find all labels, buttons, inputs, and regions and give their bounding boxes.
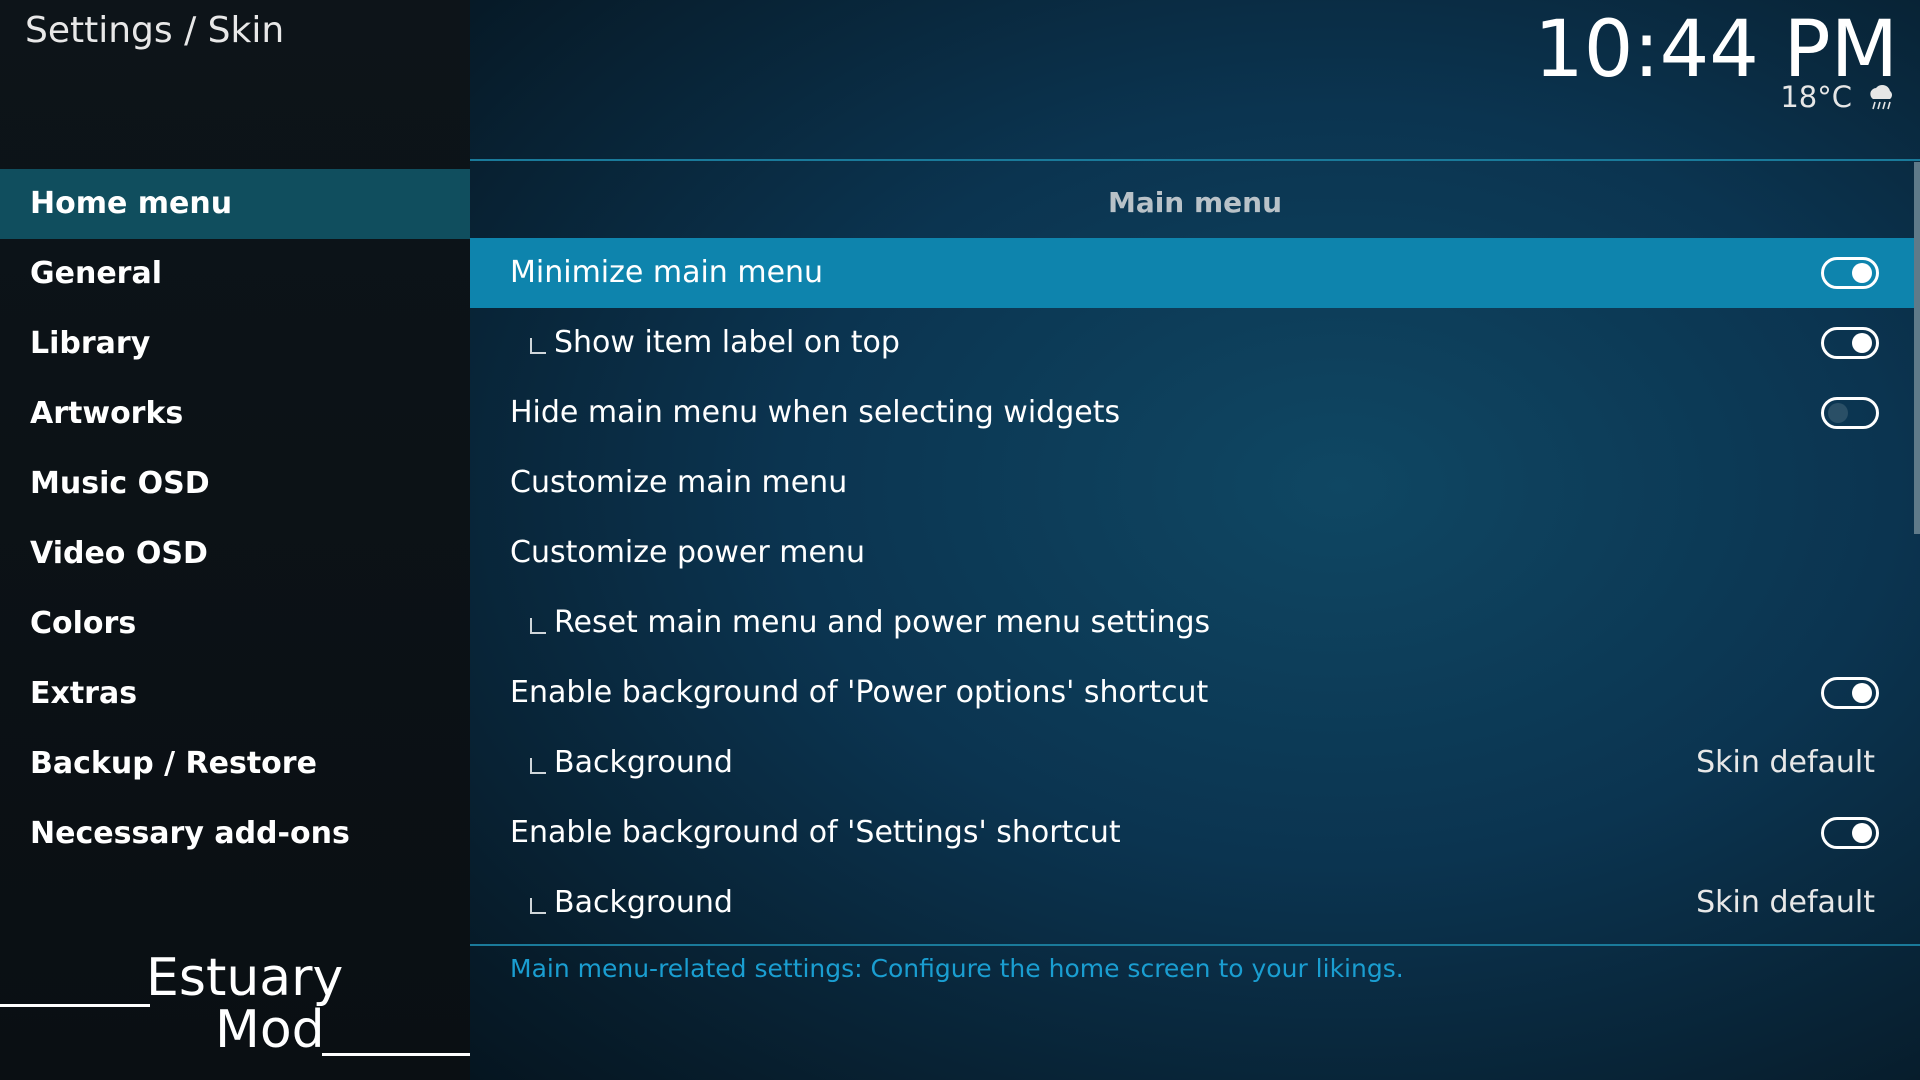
setting-description: Main menu-related settings: Configure th… <box>510 954 1404 983</box>
header-divider <box>470 159 1920 161</box>
setting-value: Skin default <box>1696 885 1875 920</box>
sidebar-item-home-menu[interactable]: Home menu <box>0 169 470 239</box>
toggle-knob <box>1852 683 1872 703</box>
sub-item-indent-icon <box>530 338 546 354</box>
setting-power-options-background[interactable]: Background Skin default <box>470 728 1915 798</box>
setting-label: Customize power menu <box>510 535 865 570</box>
footer-divider <box>470 944 1920 946</box>
setting-minimize-main-menu[interactable]: Minimize main menu <box>470 238 1915 308</box>
sidebar: Settings / Skin Home menu General Librar… <box>0 0 470 1080</box>
sub-item-indent-icon <box>530 618 546 634</box>
sub-item-indent-icon <box>530 758 546 774</box>
temperature: 18°C <box>1780 80 1852 114</box>
setting-label: Minimize main menu <box>510 255 824 290</box>
setting-hide-main-menu-widgets[interactable]: Hide main menu when selecting widgets <box>470 378 1915 448</box>
sidebar-item-backup-restore[interactable]: Backup / Restore <box>0 729 470 799</box>
toggle-switch[interactable] <box>1821 677 1879 709</box>
toggle-knob <box>1828 403 1848 423</box>
setting-customize-main-menu[interactable]: Customize main menu <box>470 448 1915 518</box>
weather-info: 18°C <box>1780 78 1896 116</box>
setting-power-options-background-toggle[interactable]: Enable background of 'Power options' sho… <box>470 658 1915 728</box>
toggle-knob <box>1852 333 1872 353</box>
sidebar-item-music-osd[interactable]: Music OSD <box>0 449 470 519</box>
setting-label: Enable background of 'Settings' shortcut <box>510 815 1121 850</box>
breadcrumb: Settings / Skin <box>25 10 285 51</box>
toggle-switch[interactable] <box>1821 257 1879 289</box>
setting-label-text: Reset main menu and power menu settings <box>554 605 1211 640</box>
toggle-knob <box>1852 823 1872 843</box>
sidebar-item-video-osd[interactable]: Video OSD <box>0 519 470 589</box>
section-title: Main menu <box>1107 186 1283 219</box>
sidebar-item-artworks[interactable]: Artworks <box>0 379 470 449</box>
setting-reset-menus[interactable]: Reset main menu and power menu settings <box>470 588 1915 658</box>
sidebar-item-colors[interactable]: Colors <box>0 589 470 659</box>
logo-word-mod: Mod <box>215 1000 325 1060</box>
setting-label: Background <box>530 868 733 938</box>
setting-label: Background <box>530 728 733 798</box>
logo-underline-right <box>322 1053 470 1056</box>
setting-customize-power-menu[interactable]: Customize power menu <box>470 518 1915 588</box>
settings-window: Settings / Skin Home menu General Librar… <box>0 0 1920 1080</box>
sidebar-item-extras[interactable]: Extras <box>0 659 470 729</box>
rain-cloud-icon <box>1870 84 1892 110</box>
setting-label: Customize main menu <box>510 465 848 500</box>
toggle-knob <box>1852 263 1872 283</box>
setting-label-text: Background <box>554 745 733 780</box>
sidebar-item-necessary-addons[interactable]: Necessary add-ons <box>0 799 470 869</box>
setting-label: Enable background of 'Power options' sho… <box>510 675 1209 710</box>
toggle-switch[interactable] <box>1821 397 1879 429</box>
logo-underline-left <box>0 1004 150 1007</box>
setting-label-text: Show item label on top <box>554 325 900 360</box>
setting-label: Reset main menu and power menu settings <box>530 588 1210 658</box>
toggle-switch[interactable] <box>1821 817 1879 849</box>
sub-item-indent-icon <box>530 898 546 914</box>
setting-value: Skin default <box>1696 745 1875 780</box>
setting-label: Show item label on top <box>530 308 900 378</box>
setting-settings-background[interactable]: Background Skin default <box>470 868 1915 938</box>
logo-word-estuary: Estuary <box>146 948 344 1008</box>
sidebar-item-general[interactable]: General <box>0 239 470 309</box>
sidebar-item-library[interactable]: Library <box>0 309 470 379</box>
settings-panel: 10:44 PM 18°C Main menu Minimize main me… <box>470 0 1920 1080</box>
setting-settings-background-toggle[interactable]: Enable background of 'Settings' shortcut <box>470 798 1915 868</box>
setting-label: Hide main menu when selecting widgets <box>510 395 1121 430</box>
scrollbar[interactable] <box>1914 162 1920 534</box>
toggle-switch[interactable] <box>1821 327 1879 359</box>
setting-show-item-label-on-top[interactable]: Show item label on top <box>470 308 1915 378</box>
setting-label-text: Background <box>554 885 733 920</box>
